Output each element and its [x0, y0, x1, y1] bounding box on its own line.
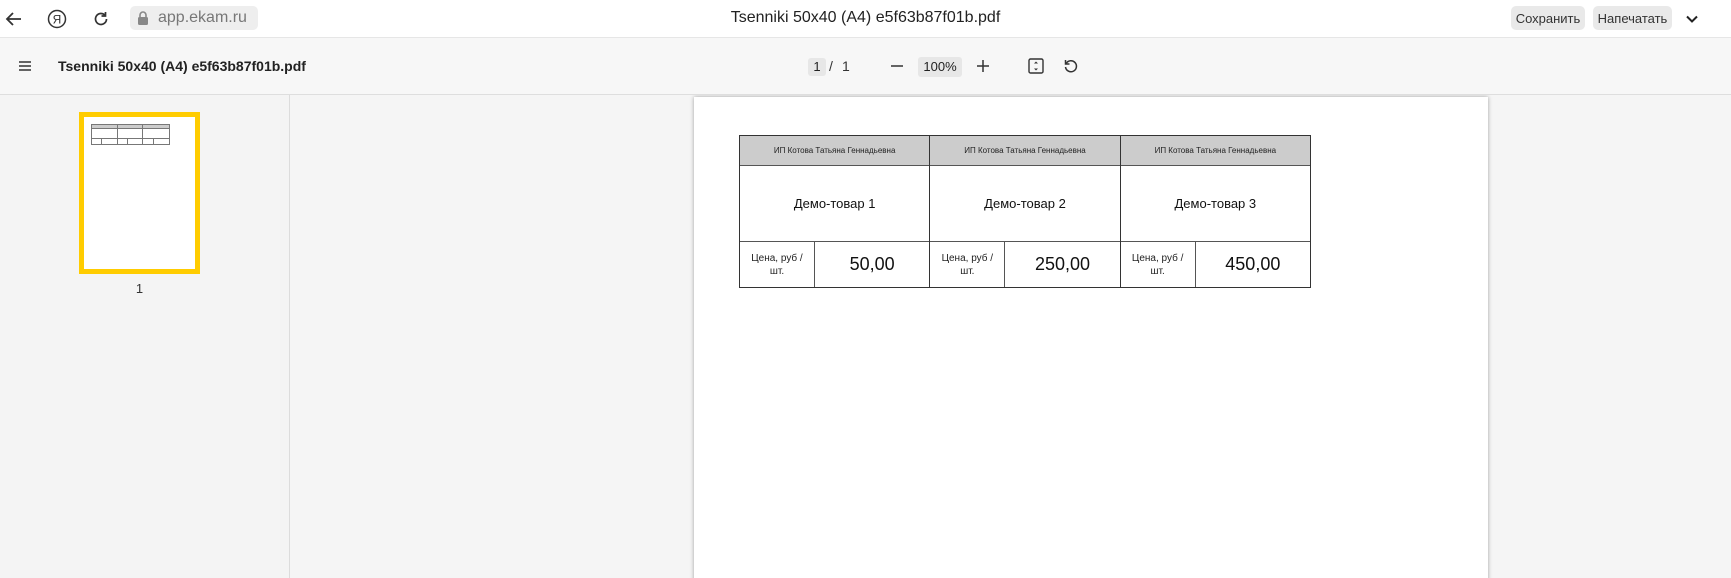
print-button[interactable]: Напечатать [1593, 6, 1672, 30]
label-price-value: 250,00 [1034, 254, 1091, 274]
pdf-toolbar: Tsenniki 50x40 (A4) e5f63b87f01b.pdf 1 /… [0, 38, 1731, 95]
window-title: Tsenniki 50x40 (A4) e5f63b87f01b.pdf [730, 9, 1001, 26]
thumbnail-preview [91, 124, 170, 145]
hamburger-menu-icon[interactable] [14, 55, 36, 77]
page-number-input[interactable]: 1 [808, 58, 826, 76]
address-bar[interactable]: app.ekam.ru [130, 6, 258, 30]
price-labels-table: ИП Котова Татьяна Геннадьевна Демо-товар… [739, 135, 1311, 288]
label-price-unit: Цена, руб / шт. [1121, 242, 1196, 287]
document-title: Tsenniki 50x40 (A4) e5f63b87f01b.pdf [58, 58, 306, 74]
label-seller: ИП Котова Татьяна Геннадьевна [930, 136, 1120, 166]
zoom-in-icon[interactable] [972, 55, 994, 77]
yandex-logo-icon[interactable]: Я [45, 7, 69, 31]
rotate-icon[interactable] [1060, 55, 1082, 77]
label-product-name: Демо-товар 2 [930, 166, 1120, 242]
thumbnail-page-number: 1 [135, 281, 144, 296]
price-label: ИП Котова Татьяна Геннадьевна Демо-товар… [1120, 136, 1310, 287]
chevron-down-icon[interactable] [1680, 7, 1704, 31]
label-seller: ИП Котова Татьяна Геннадьевна [1120, 136, 1310, 166]
total-pages: 1 [842, 58, 850, 74]
zoom-level[interactable]: 100% [918, 57, 962, 77]
page-separator: / [829, 58, 833, 74]
zoom-out-icon[interactable] [886, 55, 908, 77]
label-price-value: 450,00 [1225, 254, 1281, 274]
label-price-unit: Цена, руб / шт. [930, 242, 1006, 287]
price-label: ИП Котова Татьяна Геннадьевна Демо-товар… [930, 136, 1121, 287]
price-label: ИП Котова Татьяна Геннадьевна Демо-товар… [740, 136, 931, 287]
document-viewer[interactable]: ИП Котова Татьяна Геннадьевна Демо-товар… [291, 95, 1731, 578]
label-price-value: 50,00 [849, 254, 895, 274]
pdf-page: ИП Котова Татьяна Геннадьевна Демо-товар… [694, 97, 1488, 578]
label-product-name: Демо-товар 1 [740, 166, 930, 242]
lock-icon [136, 11, 150, 25]
svg-text:Я: Я [53, 13, 62, 27]
reload-icon[interactable] [89, 7, 113, 31]
page-thumbnail[interactable] [79, 112, 200, 274]
save-button[interactable]: Сохранить [1511, 6, 1585, 30]
back-arrow-icon[interactable] [2, 7, 26, 31]
label-product-name: Демо-товар 3 [1120, 166, 1310, 242]
thumbnail-sidebar: 1 [0, 95, 290, 578]
label-seller: ИП Котова Татьяна Геннадьевна [740, 136, 930, 166]
url-text: app.ekam.ru [158, 9, 247, 26]
label-price-unit: Цена, руб / шт. [740, 242, 815, 287]
browser-bar: Я app.ekam.ru Tsenniki 50x40 (A4) e5f63b… [0, 0, 1731, 38]
fit-to-page-icon[interactable] [1025, 55, 1047, 77]
